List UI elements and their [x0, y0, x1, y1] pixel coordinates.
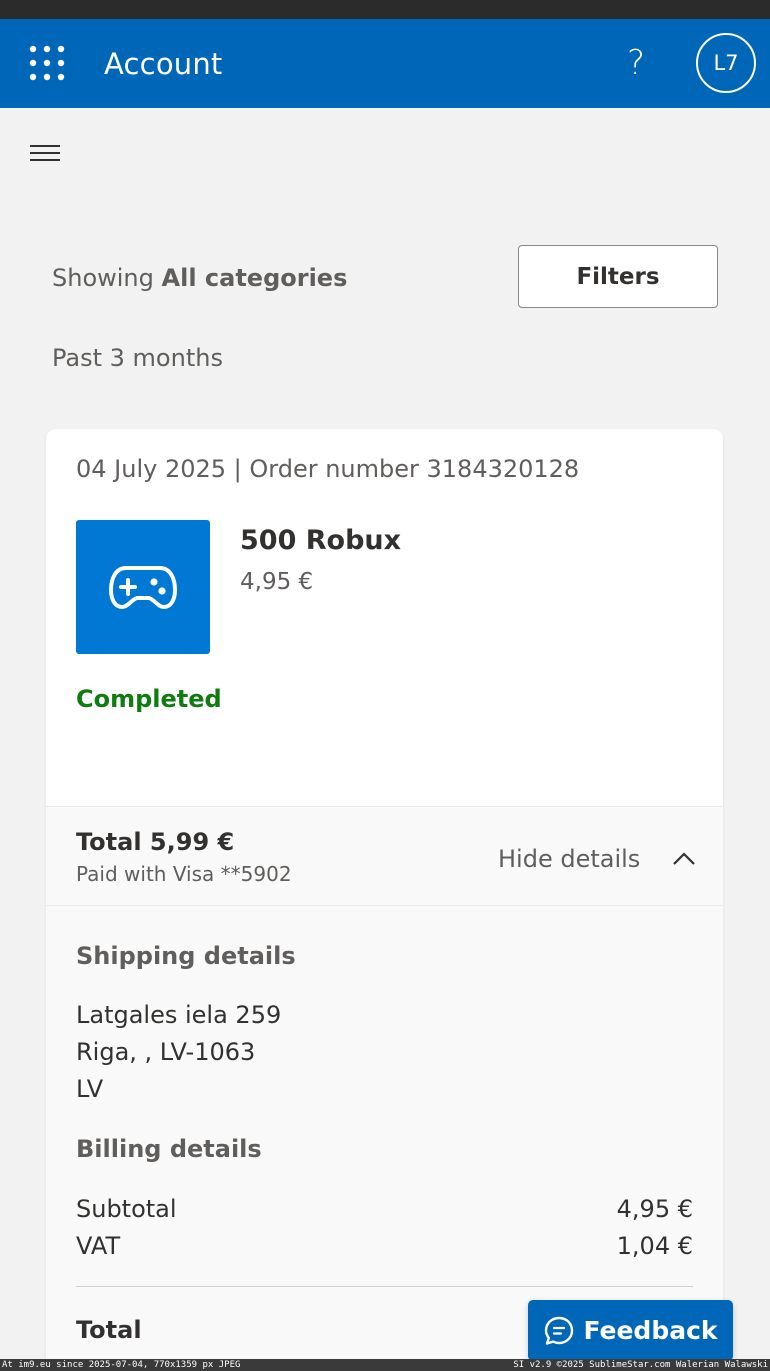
- hamburger-menu-icon[interactable]: [28, 140, 62, 168]
- showing-categories: Showing All categories: [52, 260, 347, 296]
- period-label: Past 3 months: [52, 344, 223, 372]
- billing-details-title: Billing details: [76, 1135, 262, 1163]
- avatar[interactable]: L7: [696, 33, 756, 93]
- avatar-initials: L7: [713, 51, 739, 75]
- showing-category: All categories: [161, 264, 348, 292]
- image-watermark: At im9.eu since 2025-07-04, 770x1359 px …: [0, 1359, 770, 1371]
- order-status: Completed: [76, 685, 222, 713]
- payment-method: Paid with Visa **5902: [76, 862, 292, 886]
- vat-label: VAT: [76, 1232, 121, 1260]
- chevron-up-icon: [673, 852, 696, 865]
- billing-divider: [76, 1286, 693, 1287]
- shipping-details-title: Shipping details: [76, 942, 296, 970]
- subtotal-value: 4,95 €: [616, 1195, 693, 1223]
- app-bar: Account ? L7: [0, 19, 770, 108]
- shipping-address-line: LV: [76, 1075, 104, 1103]
- watermark-right: SI v2.9 ©2025 SublimeStar.com Walerian W…: [513, 1360, 768, 1370]
- status-strip: [0, 0, 770, 19]
- feedback-button[interactable]: Feedback: [528, 1300, 733, 1361]
- app-title: Account: [104, 47, 223, 81]
- hide-details-label: Hide details: [498, 845, 641, 873]
- account-orders-page: Account ? L7 Showing All categories Filt…: [0, 0, 770, 1371]
- product-price: 4,95 €: [240, 569, 314, 595]
- order-header: 04 July 2025 | Order number 3184320128: [76, 455, 580, 483]
- showing-prefix: Showing: [52, 264, 154, 292]
- billing-total-label: Total: [76, 1316, 142, 1344]
- shipping-address-line: Latgales iela 259: [76, 1001, 282, 1029]
- hide-details-button[interactable]: Hide details: [498, 839, 696, 879]
- product-tile: [76, 520, 210, 654]
- vat-value: 1,04 €: [616, 1232, 693, 1260]
- order-summary: Total 5,99 € Paid with Visa **5902 Hide …: [46, 806, 723, 906]
- game-controller-icon: [109, 566, 177, 609]
- chat-bubble-icon: [545, 1316, 574, 1345]
- help-button[interactable]: ?: [616, 41, 656, 85]
- shipping-address-line: Riga, , LV-1063: [76, 1038, 256, 1066]
- watermark-left: At im9.eu since 2025-07-04, 770x1359 px …: [2, 1360, 241, 1370]
- summary-total: Total 5,99 €: [76, 828, 235, 856]
- order-card: 04 July 2025 | Order number 3184320128 5…: [46, 429, 723, 1371]
- subtotal-label: Subtotal: [76, 1195, 177, 1223]
- filters-button[interactable]: Filters: [518, 245, 718, 308]
- feedback-label: Feedback: [583, 1316, 718, 1345]
- product-name[interactable]: 500 Robux: [240, 523, 401, 559]
- waffle-grid-icon[interactable]: [28, 44, 66, 82]
